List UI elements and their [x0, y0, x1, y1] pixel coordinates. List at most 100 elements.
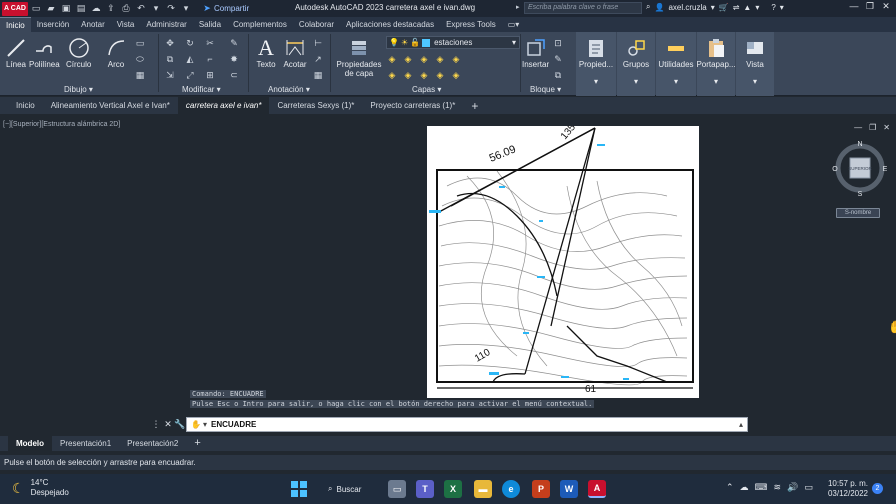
- layer-tool-icon[interactable]: ◈: [418, 69, 430, 81]
- taskbar-search[interactable]: ⌕ Buscar: [318, 480, 378, 498]
- redo-icon[interactable]: ↷: [164, 2, 178, 15]
- viewport-restore-icon[interactable]: ❐: [869, 123, 876, 132]
- command-dropdown-icon[interactable]: ▾: [203, 420, 207, 429]
- groups-group[interactable]: Grupos ▾: [617, 32, 655, 96]
- clock[interactable]: 10:57 p. m. 03/12/2022: [826, 479, 868, 499]
- cloud-icon[interactable]: ☁: [89, 2, 103, 15]
- ribbon-tab-express-tools[interactable]: Express Tools: [440, 17, 502, 32]
- layer-tool-icon[interactable]: ◈: [386, 53, 398, 65]
- modify-panel-label[interactable]: Modificar ▾: [182, 85, 221, 94]
- compass-south[interactable]: S: [858, 191, 863, 198]
- dimension-tool[interactable]: Acotar: [283, 36, 307, 69]
- doc-tab-carretera[interactable]: carretera axel e ivan*: [177, 97, 270, 114]
- close-icon[interactable]: ✕: [878, 1, 894, 12]
- user-icon[interactable]: 👤: [654, 3, 664, 12]
- wifi-icon[interactable]: ≋: [774, 482, 782, 493]
- compass-east[interactable]: E: [883, 166, 888, 173]
- layout-tab-presentacion2[interactable]: Presentación2: [119, 436, 186, 451]
- rotate-icon[interactable]: ↻: [184, 37, 196, 49]
- attribute-icon[interactable]: ⧉: [552, 69, 564, 81]
- cart-icon[interactable]: 🛒: [719, 3, 729, 12]
- ribbon-tab-complementos[interactable]: Complementos: [227, 17, 293, 32]
- mirror-icon[interactable]: ◭: [184, 53, 196, 65]
- layer-tool-icon[interactable]: ◈: [450, 53, 462, 65]
- volume-icon[interactable]: 🔊: [787, 482, 798, 493]
- utilities-group[interactable]: Utilidades ▾: [656, 32, 696, 96]
- view-button[interactable]: Vista ▾: [737, 36, 773, 86]
- drawing-canvas[interactable]: [−][Superior][Estructura alámbrica 2D] —…: [0, 114, 896, 432]
- save-icon[interactable]: ▣: [59, 2, 73, 15]
- notification-badge[interactable]: 2: [872, 483, 883, 494]
- ellipse-icon[interactable]: ⬭: [134, 53, 146, 65]
- windows-start-icon[interactable]: [290, 480, 308, 498]
- layout-tab-modelo[interactable]: Modelo: [8, 436, 52, 451]
- viewport-controls-label[interactable]: [−][Superior][Estructura alámbrica 2D]: [3, 121, 120, 128]
- share-button[interactable]: ➤ Compartir: [199, 2, 249, 15]
- print-icon[interactable]: ⎙: [119, 2, 133, 15]
- add-layout-button[interactable]: +: [186, 436, 208, 451]
- customize-icon[interactable]: 🔧: [174, 419, 186, 430]
- ribbon-tab-insercion[interactable]: Inserción: [31, 17, 75, 32]
- redo-dropdown-icon[interactable]: ▾: [179, 2, 193, 15]
- scanned-topographic-drawing[interactable]: 56.09 135 110 61: [427, 122, 699, 398]
- autodesk-app-icon[interactable]: ⇌: [733, 3, 740, 12]
- triangle-dropdown-icon[interactable]: ▾: [755, 3, 759, 12]
- erase-icon[interactable]: ✎: [228, 37, 240, 49]
- properties-button[interactable]: Propied... ▾: [578, 36, 614, 86]
- app-logo[interactable]: A CAD: [2, 1, 28, 16]
- ribbon-tab-inicio[interactable]: Inicio: [0, 17, 31, 32]
- linear-dim-icon[interactable]: ⊢: [312, 37, 324, 49]
- trim-icon[interactable]: ✂: [204, 37, 216, 49]
- autocad-taskbar-icon[interactable]: A: [588, 480, 606, 498]
- insert-block-tool[interactable]: Insertar: [522, 36, 549, 69]
- ribbon-tab-salida[interactable]: Salida: [193, 17, 227, 32]
- file-explorer-icon[interactable]: ▬: [474, 480, 492, 498]
- circle-tool[interactable]: Círculo: [66, 36, 91, 69]
- weather-widget[interactable]: ☾ 14°C Despejado: [12, 478, 69, 498]
- properties-group[interactable]: Propied... ▾: [576, 32, 616, 96]
- clipboard-button[interactable]: Portapap... ▾: [696, 36, 736, 86]
- rectangle-icon[interactable]: ▭: [134, 37, 146, 49]
- layer-tool-icon[interactable]: ◈: [402, 53, 414, 65]
- command-input[interactable]: ✋ ▾ ENCUADRE ▴: [186, 417, 748, 432]
- clipboard-group[interactable]: Portapap... ▾: [696, 32, 736, 96]
- compass-north[interactable]: N: [857, 141, 862, 148]
- polyline-tool[interactable]: Polilínea: [29, 36, 60, 69]
- teams-icon[interactable]: T: [416, 480, 434, 498]
- layer-tool-icon[interactable]: ◈: [434, 53, 446, 65]
- layer-tool-icon[interactable]: ◈: [402, 69, 414, 81]
- keyboard-icon[interactable]: ⌨: [755, 482, 768, 493]
- powerpoint-icon[interactable]: P: [532, 480, 550, 498]
- restore-icon[interactable]: ❐: [862, 1, 878, 12]
- edge-icon[interactable]: e: [502, 480, 520, 498]
- doc-tab-alineamiento[interactable]: Alineamiento Vertical Axel e Ivan*: [43, 97, 178, 114]
- grip-icon[interactable]: ⋮: [150, 419, 162, 430]
- layout-tab-presentacion1[interactable]: Presentación1: [52, 436, 119, 451]
- word-icon[interactable]: W: [560, 480, 578, 498]
- viewcube[interactable]: SUPERIOR N S E O: [830, 138, 890, 198]
- fillet-icon[interactable]: ⌐: [204, 53, 216, 65]
- ribbon-tab-vista[interactable]: Vista: [111, 17, 141, 32]
- new-file-icon[interactable]: ▭: [29, 2, 43, 15]
- layer-tool-icon[interactable]: ◈: [434, 69, 446, 81]
- undo-icon[interactable]: ↶: [134, 2, 148, 15]
- leader-icon[interactable]: ↗: [312, 53, 324, 65]
- layer-properties-tool[interactable]: Propiedades de capa: [336, 36, 382, 78]
- offset-icon[interactable]: ⊂: [228, 69, 240, 81]
- viewport-close-icon[interactable]: ✕: [883, 123, 890, 132]
- compass-west[interactable]: O: [832, 166, 838, 173]
- cloud-tray-icon[interactable]: ☁: [740, 482, 749, 493]
- chevron-up-icon[interactable]: ⌃: [726, 482, 734, 493]
- excel-icon[interactable]: X: [444, 480, 462, 498]
- triangle-icon[interactable]: ▲: [743, 3, 751, 12]
- table-icon[interactable]: ▦: [312, 69, 324, 81]
- user-dropdown-icon[interactable]: ▾: [711, 3, 715, 12]
- layer-tool-icon[interactable]: ◈: [450, 69, 462, 81]
- layer-dropdown[interactable]: 💡 ☀ 🔓 estaciones ▾: [386, 36, 520, 49]
- groups-button[interactable]: Grupos ▾: [619, 36, 653, 86]
- search-input[interactable]: Escriba palabra clave o frase: [524, 2, 642, 14]
- help-icon[interactable]: ?: [771, 3, 775, 12]
- annotation-panel-label[interactable]: Anotación ▾: [268, 85, 310, 94]
- save-as-icon[interactable]: ▤: [74, 2, 88, 15]
- cloud-save-icon[interactable]: ⇪: [104, 2, 118, 15]
